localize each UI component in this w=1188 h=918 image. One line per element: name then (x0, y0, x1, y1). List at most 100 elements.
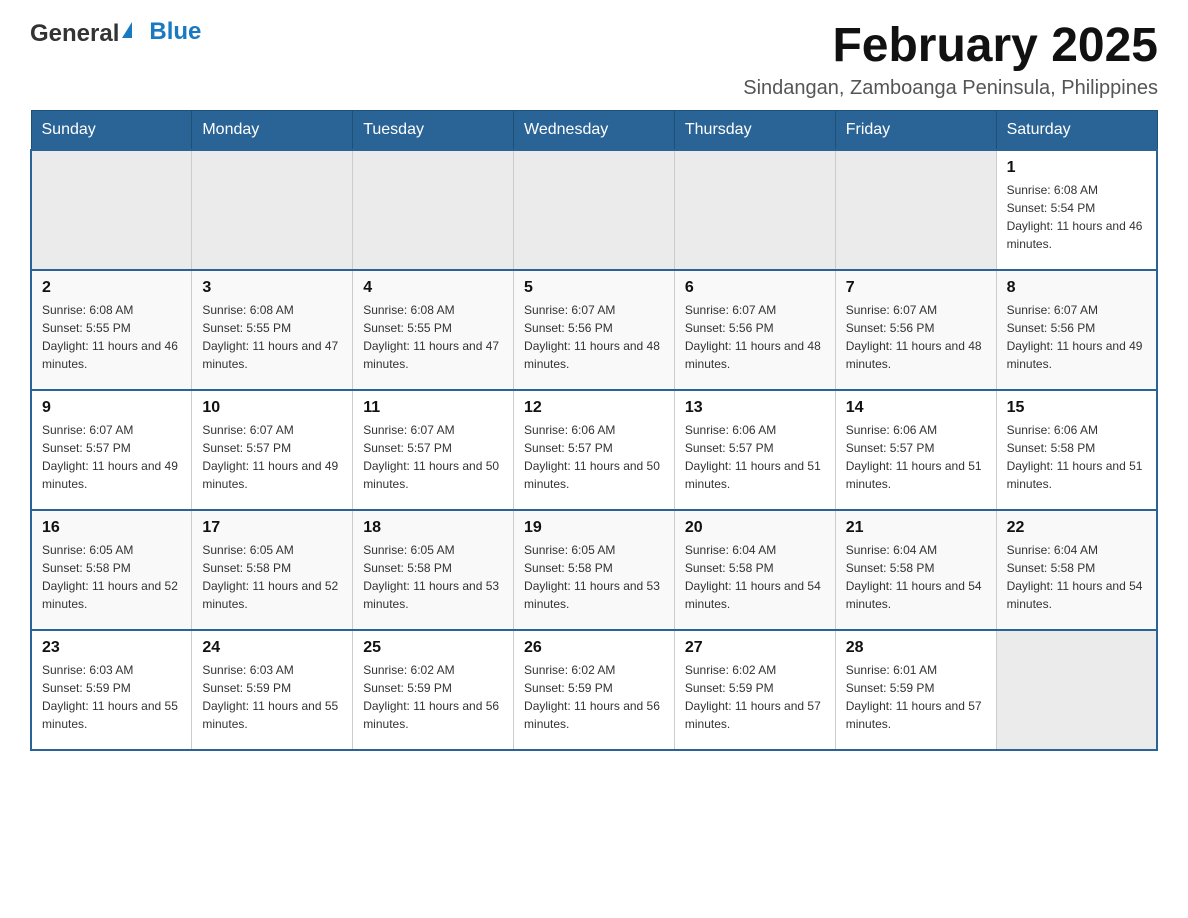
table-row: 13 Sunrise: 6:06 AMSunset: 5:57 PMDayligh… (674, 390, 835, 510)
logo-blue-text: Blue (149, 18, 201, 46)
table-row: 5 Sunrise: 6:07 AMSunset: 5:56 PMDaylight… (514, 270, 675, 390)
table-row: 25 Sunrise: 6:02 AMSunset: 5:59 PMDayligh… (353, 630, 514, 750)
day-number: 24 (202, 639, 342, 657)
logo-triangle-icon (122, 22, 132, 38)
day-info: Sunrise: 6:03 AMSunset: 5:59 PMDaylight:… (202, 661, 342, 733)
day-number: 2 (42, 279, 181, 297)
table-row: 8Sunrise: 6:07 AMSunset: 5:56 PMDaylight… (996, 270, 1157, 390)
day-number: 28 (846, 639, 986, 657)
day-number: 18 (363, 519, 503, 537)
table-row: 18Sunrise: 6:05 AMSunset: 5:58 PMDayligh… (353, 510, 514, 630)
col-sunday: Sunday (31, 110, 192, 150)
day-info: Sunrise: 6:07 AMSunset: 5:57 PMDaylight:… (42, 421, 181, 493)
calendar-week-row: 2 Sunrise: 6:08 AMSunset: 5:55 PMDaylight… (31, 270, 1157, 390)
table-row: 4 Sunrise: 6:08 AMSunset: 5:55 PMDaylight… (353, 270, 514, 390)
day-number: 23 (42, 639, 181, 657)
day-info: Sunrise: 6:07 AMSunset: 5:56 PMDaylight:… (524, 301, 664, 373)
col-monday: Monday (192, 110, 353, 150)
table-row (353, 150, 514, 270)
table-row (996, 630, 1157, 750)
calendar-week-row: 23 Sunrise: 6:03 AMSunset: 5:59 PMDayligh… (31, 630, 1157, 750)
logo-general-text: General (30, 20, 119, 48)
day-info: Sunrise: 6:02 AMSunset: 5:59 PMDaylight:… (524, 661, 664, 733)
table-row: 1Sunrise: 6:08 AMSunset: 5:54 PMDaylight… (996, 150, 1157, 270)
table-row: 28 Sunrise: 6:01 AMSunset: 5:59 PMDayligh… (835, 630, 996, 750)
day-number: 16 (42, 519, 181, 537)
col-friday: Friday (835, 110, 996, 150)
calendar-header-row: Sunday Monday Tuesday Wednesday Thursday… (31, 110, 1157, 150)
day-number: 21 (846, 519, 986, 537)
day-info: Sunrise: 6:01 AMSunset: 5:59 PMDaylight:… (846, 661, 986, 733)
day-number: 15 (1007, 399, 1146, 417)
day-info: Sunrise: 6:06 AMSunset: 5:57 PMDaylight:… (685, 421, 825, 493)
day-number: 13 (685, 399, 825, 417)
table-row: 6Sunrise: 6:07 AMSunset: 5:56 PMDaylight… (674, 270, 835, 390)
day-number: 1 (1007, 159, 1146, 177)
day-number: 26 (524, 639, 664, 657)
month-title: February 2025 (743, 20, 1158, 73)
day-info: Sunrise: 6:07 AMSunset: 5:57 PMDaylight:… (202, 421, 342, 493)
table-row: 23Sunrise: 6:03 AMSunset: 5:59 PMDayligh… (31, 630, 192, 750)
table-row: 16 Sunrise: 6:05 AMSunset: 5:58 PMDayligh… (31, 510, 192, 630)
day-number: 10 (202, 399, 342, 417)
table-row: 14 Sunrise: 6:06 AMSunset: 5:57 PMDayligh… (835, 390, 996, 510)
day-info: Sunrise: 6:02 AMSunset: 5:59 PMDaylight:… (685, 661, 825, 733)
logo: General Blue (30, 20, 201, 48)
day-info: Sunrise: 6:07 AMSunset: 5:57 PMDaylight:… (363, 421, 503, 493)
table-row (31, 150, 192, 270)
day-info: Sunrise: 6:07 AMSunset: 5:56 PMDaylight:… (1007, 301, 1146, 373)
table-row: 3Sunrise: 6:08 AMSunset: 5:55 PMDaylight… (192, 270, 353, 390)
col-saturday: Saturday (996, 110, 1157, 150)
col-thursday: Thursday (674, 110, 835, 150)
day-info: Sunrise: 6:04 AMSunset: 5:58 PMDaylight:… (685, 541, 825, 613)
day-number: 4 (363, 279, 503, 297)
col-wednesday: Wednesday (514, 110, 675, 150)
day-number: 6 (685, 279, 825, 297)
day-number: 27 (685, 639, 825, 657)
col-tuesday: Tuesday (353, 110, 514, 150)
table-row (674, 150, 835, 270)
day-info: Sunrise: 6:06 AMSunset: 5:58 PMDaylight:… (1007, 421, 1146, 493)
day-info: Sunrise: 6:08 AMSunset: 5:55 PMDaylight:… (363, 301, 503, 373)
day-number: 11 (363, 399, 503, 417)
day-info: Sunrise: 6:04 AMSunset: 5:58 PMDaylight:… (846, 541, 986, 613)
calendar-week-row: 9 Sunrise: 6:07 AMSunset: 5:57 PMDaylight… (31, 390, 1157, 510)
day-info: Sunrise: 6:05 AMSunset: 5:58 PMDaylight:… (524, 541, 664, 613)
calendar-week-row: 16 Sunrise: 6:05 AMSunset: 5:58 PMDayligh… (31, 510, 1157, 630)
table-row (514, 150, 675, 270)
day-number: 14 (846, 399, 986, 417)
day-info: Sunrise: 6:04 AMSunset: 5:58 PMDaylight:… (1007, 541, 1146, 613)
table-row: 26 Sunrise: 6:02 AMSunset: 5:59 PMDayligh… (514, 630, 675, 750)
table-row: 15 Sunrise: 6:06 AMSunset: 5:58 PMDayligh… (996, 390, 1157, 510)
day-number: 22 (1007, 519, 1146, 537)
day-number: 20 (685, 519, 825, 537)
day-info: Sunrise: 6:08 AMSunset: 5:55 PMDaylight:… (42, 301, 181, 373)
day-number: 9 (42, 399, 181, 417)
day-info: Sunrise: 6:06 AMSunset: 5:57 PMDaylight:… (846, 421, 986, 493)
table-row: 27 Sunrise: 6:02 AMSunset: 5:59 PMDayligh… (674, 630, 835, 750)
day-number: 19 (524, 519, 664, 537)
day-info: Sunrise: 6:06 AMSunset: 5:57 PMDaylight:… (524, 421, 664, 493)
table-row: 10 Sunrise: 6:07 AMSunset: 5:57 PMDayligh… (192, 390, 353, 510)
table-row: 17Sunrise: 6:05 AMSunset: 5:58 PMDayligh… (192, 510, 353, 630)
day-number: 17 (202, 519, 342, 537)
calendar-week-row: 1Sunrise: 6:08 AMSunset: 5:54 PMDaylight… (31, 150, 1157, 270)
day-number: 25 (363, 639, 503, 657)
day-number: 7 (846, 279, 986, 297)
table-row: 11 Sunrise: 6:07 AMSunset: 5:57 PMDayligh… (353, 390, 514, 510)
table-row: 22 Sunrise: 6:04 AMSunset: 5:58 PMDayligh… (996, 510, 1157, 630)
logo-mark: General (30, 20, 135, 48)
day-info: Sunrise: 6:02 AMSunset: 5:59 PMDaylight:… (363, 661, 503, 733)
day-number: 5 (524, 279, 664, 297)
table-row: 7Sunrise: 6:07 AMSunset: 5:56 PMDaylight… (835, 270, 996, 390)
day-info: Sunrise: 6:08 AMSunset: 5:55 PMDaylight:… (202, 301, 342, 373)
table-row: 21 Sunrise: 6:04 AMSunset: 5:58 PMDayligh… (835, 510, 996, 630)
table-row: 12Sunrise: 6:06 AMSunset: 5:57 PMDayligh… (514, 390, 675, 510)
day-info: Sunrise: 6:05 AMSunset: 5:58 PMDaylight:… (42, 541, 181, 613)
page-header: General Blue February 2025 Sindangan, Za… (30, 20, 1158, 100)
table-row: 20 Sunrise: 6:04 AMSunset: 5:58 PMDayligh… (674, 510, 835, 630)
table-row: 2 Sunrise: 6:08 AMSunset: 5:55 PMDaylight… (31, 270, 192, 390)
table-row (835, 150, 996, 270)
table-row (192, 150, 353, 270)
table-row: 24 Sunrise: 6:03 AMSunset: 5:59 PMDayligh… (192, 630, 353, 750)
